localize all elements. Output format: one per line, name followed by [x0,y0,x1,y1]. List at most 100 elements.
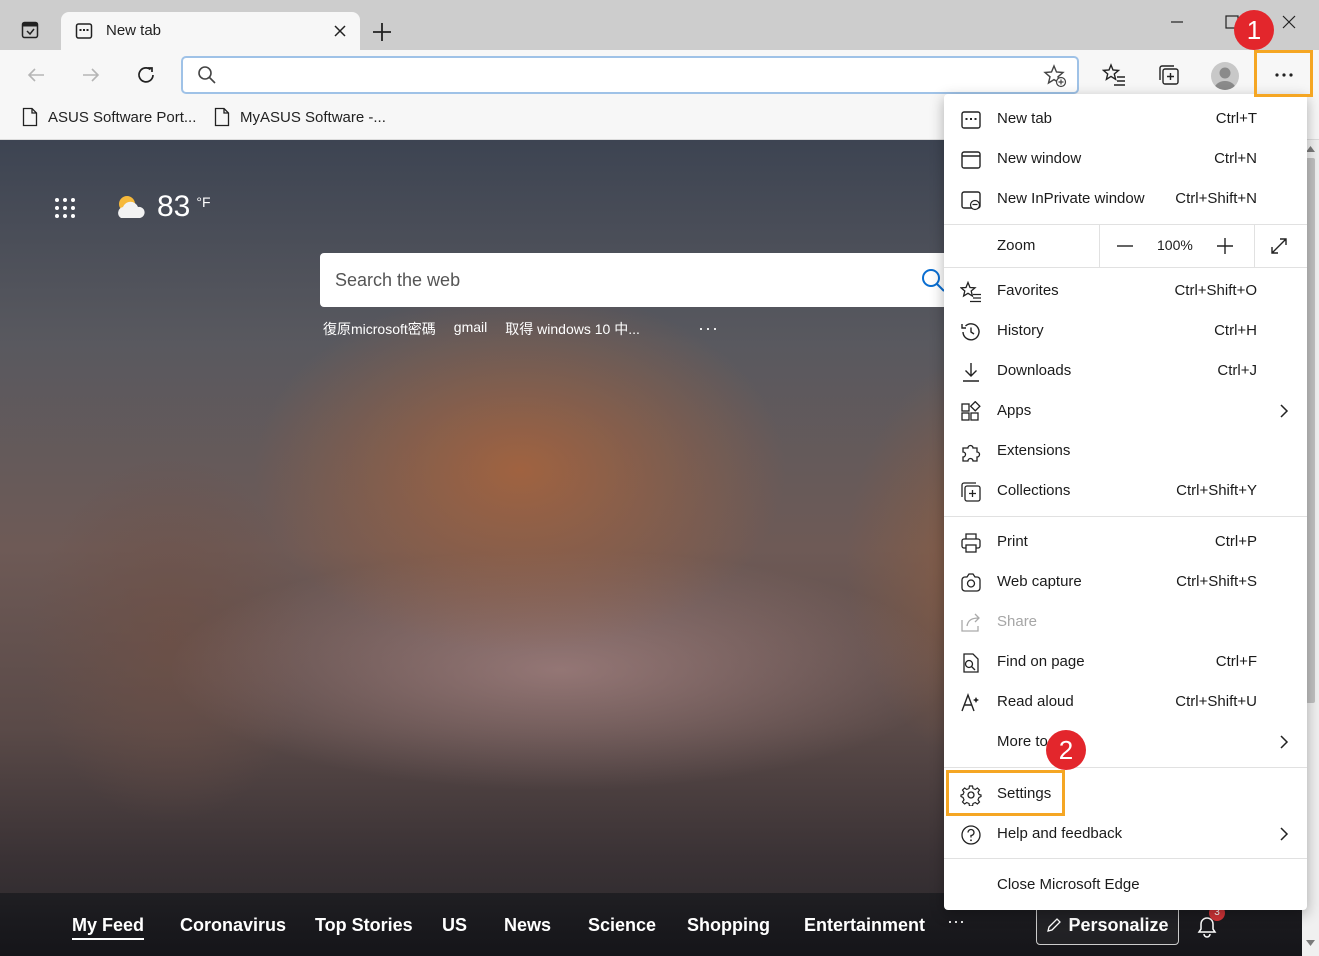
collections-icon [1159,65,1179,85]
zoom-in-button[interactable] [1211,233,1239,259]
printer-icon [961,533,981,553]
menu-shortcut: Ctrl+J [1217,362,1257,379]
feed-tab-entertainment[interactable]: Entertainment [804,915,925,936]
menu-item-print[interactable]: Print Ctrl+P [944,522,1307,562]
tab-new-tab[interactable]: New tab [61,12,360,50]
menu-item-new-window[interactable]: New window Ctrl+N [944,139,1307,179]
menu-item-new-inprivate-window[interactable]: New InPrivate window Ctrl+Shift+N [944,179,1307,219]
feed-more-icon[interactable]: ··· [947,911,965,932]
profile-avatar[interactable] [1211,62,1239,90]
feed-tab-my-feed[interactable]: My Feed [72,915,145,940]
feed-tab-news[interactable]: News [504,915,551,936]
menu-label: Share [997,613,1038,630]
menu-label: New window [997,150,1082,167]
menu-shortcut: Ctrl+Shift+N [1175,190,1257,207]
zoom-divider [1099,225,1100,267]
menu-shortcut: Ctrl+F [1215,653,1257,670]
close-window-button[interactable] [1269,8,1309,36]
close-window-icon [1282,15,1296,29]
menu-label: Print [997,533,1028,550]
back-button[interactable] [19,58,53,92]
weather-widget[interactable]: 83 °F [113,190,211,224]
favorite-myasus-software[interactable]: MyASUS Software -... [214,107,386,127]
favorite-label: MyASUS Software -... [240,108,386,126]
menu-item-find-on-page[interactable]: Find on page Ctrl+F [944,642,1307,682]
temperature: 83 [157,190,191,223]
favorites-icon [960,281,981,303]
feed-tab-top-stories[interactable]: Top Stories [315,915,413,936]
plus-icon [1217,238,1233,254]
zoom-label: Zoom [997,237,1036,254]
forward-button[interactable] [74,58,108,92]
favorite-asus-software-portal[interactable]: ASUS Software Port... [22,107,196,127]
menu-label: Web capture [997,573,1082,590]
personalize-label: Personalize [1068,914,1169,935]
step-2-badge: 2 [1046,730,1086,770]
personalize-button[interactable]: Personalize [1036,905,1179,945]
scrollbar-thumb[interactable] [1306,158,1315,703]
zoom-out-button[interactable] [1111,233,1139,259]
quick-link[interactable]: 復原microsoft密碼 [323,319,436,339]
scroll-up-icon[interactable] [1306,146,1315,152]
menu-item-close-microsoft-edge[interactable]: Close Microsoft Edge [944,865,1307,905]
tab-actions-button[interactable] [14,14,46,46]
full-screen-button[interactable] [1265,233,1293,259]
quick-link[interactable]: gmail [454,319,487,339]
menu-separator [944,516,1307,517]
toolbar [0,50,1319,98]
menu-item-help-and-feedback[interactable]: Help and feedback [944,814,1307,854]
zoom-row: Zoom 100% [944,225,1307,267]
collections-button[interactable] [1152,58,1186,92]
menu-item-more-tools[interactable]: More tools [944,722,1307,762]
zoom-divider [1254,225,1255,267]
minimize-button[interactable] [1157,8,1197,36]
menu-label: Apps [997,402,1032,419]
minus-icon [1117,245,1133,247]
menu-label: Close Microsoft Edge [997,876,1140,893]
web-capture-icon [961,573,981,592]
refresh-button[interactable] [129,58,163,92]
search-icon[interactable] [920,267,946,293]
address-bar[interactable] [181,56,1079,94]
menu-item-extensions[interactable]: Extensions [944,431,1307,471]
highlight-settings-and-more-button [1254,50,1313,97]
web-search-box[interactable]: Search the web [320,253,960,307]
feed-tab-us[interactable]: US [442,915,467,936]
new-tab-plus-icon[interactable] [368,18,396,46]
find-on-page-icon [963,653,979,673]
menu-item-history[interactable]: History Ctrl+H [944,311,1307,351]
read-aloud-icon [961,693,979,712]
favorites-button[interactable] [1097,58,1131,92]
address-input[interactable] [227,64,1027,86]
menu-item-new-tab[interactable]: New tab Ctrl+T [944,99,1307,139]
app-launcher-grid-icon[interactable] [53,196,77,220]
page-icon [22,107,38,127]
quick-links-more-icon[interactable]: ··· [698,318,719,339]
menu-label: Collections [997,482,1071,499]
back-arrow-icon [27,68,44,82]
menu-item-collections[interactable]: Collections Ctrl+Shift+Y [944,471,1307,511]
menu-shortcut: Ctrl+T [1215,110,1257,127]
feed-tab-shopping[interactable]: Shopping [687,915,770,936]
menu-item-downloads[interactable]: Downloads Ctrl+J [944,351,1307,391]
step-1-badge: 1 [1234,10,1274,50]
menu-shortcut: Ctrl+Shift+Y [1176,482,1257,499]
quick-link[interactable]: 取得 windows 10 中... [505,319,640,339]
add-favorite-star-icon[interactable] [1043,64,1067,88]
inprivate-window-icon [961,191,981,211]
forward-arrow-icon [83,68,100,82]
tab-title: New tab [106,22,162,39]
menu-item-read-aloud[interactable]: Read aloud Ctrl+Shift+U [944,682,1307,722]
menu-item-apps[interactable]: Apps [944,391,1307,431]
scroll-down-icon[interactable] [1306,940,1315,946]
menu-item-favorites[interactable]: Favorites Ctrl+Shift+O [944,271,1307,311]
menu-label: Help and feedback [997,825,1123,842]
menu-label: Downloads [997,362,1072,379]
expand-icon [1271,238,1287,254]
close-tab-icon[interactable] [332,23,348,39]
menu-separator [944,267,1307,268]
feed-tab-science[interactable]: Science [588,915,656,936]
menu-item-share[interactable]: Share [944,602,1307,642]
feed-tab-coronavirus[interactable]: Coronavirus [180,915,286,936]
menu-item-web-capture[interactable]: Web capture Ctrl+Shift+S [944,562,1307,602]
